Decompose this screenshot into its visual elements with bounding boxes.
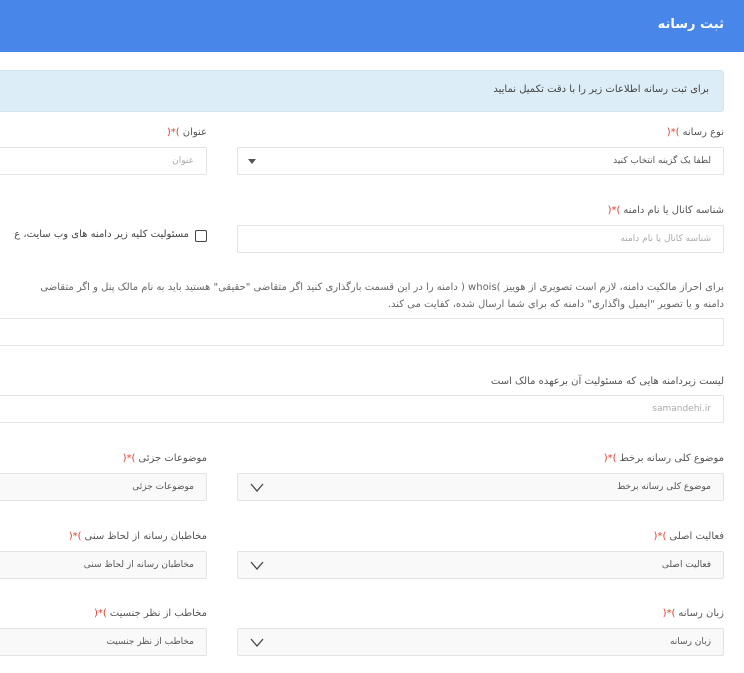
ownership-note-line2: دامنه و یا تصویر "ایمیل واگذاری" دامنه ک… [387, 299, 724, 310]
title-input[interactable]: عنوان [0, 147, 207, 175]
title-label: عنوان)*( [166, 127, 207, 138]
chevron-down-icon [250, 483, 264, 492]
sub-topics-label: موضوعات جزئی)*( [122, 453, 207, 464]
dropdown-arrow-icon [248, 159, 256, 164]
subdomain-responsibility-checkbox[interactable] [195, 230, 207, 242]
general-topic-label: موضوع کلی رسانه برخط)*( [603, 453, 724, 464]
gender-audience-label: مخاطب از نظر جنسیت)*( [93, 608, 207, 619]
alert-text: برای ثبت رسانه اطلاعات زیر را با دقت تکم… [493, 84, 709, 95]
language-label: زبان رسانه)*( [662, 608, 724, 619]
page-title: ثبت رسانه [657, 17, 724, 32]
age-audience-select[interactable]: مخاطبان رسانه از لحاظ سنی [0, 551, 207, 579]
channel-id-label: شناسه کانال یا نام دامنه)*( [607, 205, 724, 216]
page-header: ثبت رسانه [0, 0, 744, 52]
subdomains-input[interactable]: samandehi.ir [0, 395, 724, 423]
age-audience-label: مخاطبان رسانه از لحاظ سنی)*( [68, 531, 207, 542]
gender-audience-select[interactable]: مخاطب از نظر جنسیت [0, 628, 207, 656]
info-alert: برای ثبت رسانه اطلاعات زیر را با دقت تکم… [0, 70, 724, 112]
chevron-down-icon [250, 561, 264, 570]
main-activity-select[interactable]: فعالیت اصلی [237, 551, 724, 579]
ownership-note: برای احراز مالکیت دامنه، لازم است تصویری… [0, 279, 724, 313]
channel-id-input[interactable]: شناسه کانال یا نام دامنه [237, 225, 724, 253]
main-activity-label: فعالیت اصلی)*( [653, 531, 724, 542]
subdomain-responsibility-label: مسئولیت کلیه زیر دامنه های وب سایت، ع [14, 229, 189, 240]
ownership-note-line1: برای احراز مالکیت دامنه، لازم است تصویری… [40, 282, 724, 293]
language-select[interactable]: زبان رسانه [237, 628, 724, 656]
ownership-upload-field[interactable] [0, 318, 724, 346]
chevron-down-icon [250, 638, 264, 647]
media-type-select[interactable]: لطفا یک گزینه انتخاب کنید [237, 147, 724, 175]
media-type-label: نوع رسانه)*( [666, 127, 724, 138]
subdomains-label: لیست زیردامنه هایی که مسئولیت آن برعهده … [490, 376, 724, 387]
sub-topics-select[interactable]: موضوعات جزئی [0, 473, 207, 501]
general-topic-select[interactable]: موضوع کلی رسانه برخط [237, 473, 724, 501]
